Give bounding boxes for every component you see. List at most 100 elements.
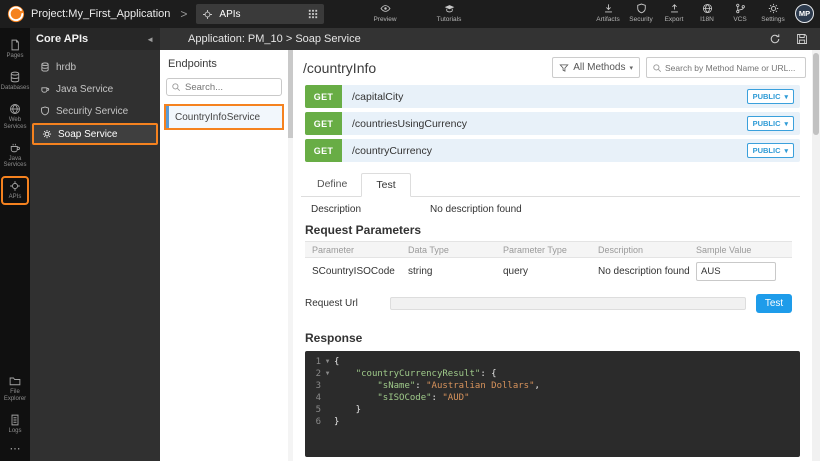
core-item-security-service[interactable]: Security Service [32,101,158,121]
pages-label: Pages [6,53,23,60]
sidebar-item-logs[interactable]: Logs [1,410,29,439]
preview-button[interactable]: Preview [372,3,398,23]
apis-icon [9,180,21,192]
cell-sample-value [696,262,792,281]
sidebar-item-file-explorer[interactable]: File Explorer [1,371,29,407]
chevron-down-icon: ▾ [784,147,788,155]
breadcrumb-bar: Application: PM_10 > Soap Service [160,28,820,50]
export-button[interactable]: Export [661,3,687,23]
endpoints-scrollbar-thumb[interactable] [288,50,293,138]
cell-description: No description found [598,266,696,277]
tutorials-label: Tutorials [437,16,462,23]
collapse-left-icon[interactable]: ◄ [146,35,154,44]
cell-parameter: SCountryISOCode [305,266,408,277]
tab-define[interactable]: Define [303,173,361,197]
refresh-icon[interactable] [769,33,781,45]
avatar[interactable]: MP [795,4,814,23]
core-item-soap-service[interactable]: Soap Service [32,123,158,145]
topbar-center-actions: Preview Tutorials [372,3,462,23]
access-level-label: PUBLIC [753,92,781,101]
save-icon[interactable] [796,33,808,45]
vcs-button[interactable]: VCS [727,3,753,23]
method-row[interactable]: GET /capitalCity PUBLIC ▾ [305,85,800,108]
test-button[interactable]: Test [756,294,792,313]
tutorials-cap-icon [444,3,455,14]
col-parameter-type: Parameter Type [503,245,598,255]
service-detail-panel: /countryInfo All Methods ▾ GET /capitalC… [293,50,812,461]
page-scrollbar-thumb[interactable] [813,53,819,135]
sidebar-item-web-services[interactable]: Web Services [1,99,29,135]
line-number: 3 [305,380,321,392]
description-value: No description found [430,204,522,215]
tab-test[interactable]: Test [361,173,410,197]
method-search-input[interactable] [665,63,800,73]
fold-toggle-icon [321,392,334,404]
method-row[interactable]: GET /countryCurrency PUBLIC ▾ [305,139,800,162]
method-path: /countriesUsingCurrency [352,118,467,130]
endpoints-title: Endpoints [168,58,282,70]
fold-toggle-icon[interactable]: ▼ [321,368,334,380]
tutorials-button[interactable]: Tutorials [436,3,462,23]
methods-filter-dropdown[interactable]: All Methods ▾ [552,57,640,78]
request-url-row: Request Url Test [305,294,792,313]
export-label: Export [665,16,684,23]
core-item-label: hrdb [56,62,76,73]
sidebar-item-databases[interactable]: Databases [1,67,29,96]
export-upload-icon [669,3,680,14]
fold-toggle-icon [321,380,334,392]
cell-parameter-type: query [503,266,598,277]
settings-gear-icon [768,3,779,14]
i18n-button[interactable]: I18N [694,3,720,23]
response-code-editor[interactable]: 1 ▼ { 2 ▼ "countryCurrencyResult": { 3 "… [305,351,800,457]
grid-icon[interactable] [308,9,318,19]
core-item-label: Java Service [56,84,113,95]
access-level-dropdown[interactable]: PUBLIC ▾ [747,89,794,104]
api-plug-icon [202,9,213,20]
search-icon [652,63,662,73]
core-item-label: Security Service [56,106,128,117]
wavemaker-logo-icon[interactable] [7,5,25,23]
sidebar-item-apis[interactable]: APIs [1,176,29,205]
response-title: Response [305,331,812,345]
settings-button[interactable]: Settings [760,3,786,23]
parameters-table-header: Parameter Data Type Parameter Type Descr… [305,241,792,258]
line-number: 4 [305,392,321,404]
logs-label: Logs [8,428,21,435]
artifacts-button[interactable]: Artifacts [595,3,621,23]
more-icon[interactable]: ⋯ [10,442,21,455]
core-item-java-service[interactable]: Java Service [32,79,158,99]
database-icon [40,62,50,72]
filter-funnel-icon [559,63,569,73]
endpoints-search-input[interactable] [185,82,277,93]
sidebar-item-java-services[interactable]: Java Services [1,138,29,174]
core-apis-panel: Core APIs ◄ hrdb Java Service Security S… [30,28,160,461]
shield-icon [40,106,50,116]
method-row[interactable]: GET /countriesUsingCurrency PUBLIC ▾ [305,112,800,135]
file-explorer-label: File Explorer [1,389,29,403]
sample-value-input[interactable] [696,262,776,281]
core-item-hrdb[interactable]: hrdb [32,57,158,77]
method-path: /countryCurrency [352,145,432,157]
chevron-right-icon: > [180,7,187,21]
endpoints-panel: Endpoints CountryInfoService [160,50,288,461]
chevron-down-icon: ▾ [629,64,633,72]
logs-icon [9,414,21,426]
vcs-label: VCS [733,16,746,23]
security-button[interactable]: Security [628,3,654,23]
sidebar-item-pages[interactable]: Pages [1,35,29,64]
fold-toggle-icon[interactable]: ▼ [321,356,334,368]
project-name[interactable]: Project:My_First_Application [31,8,170,20]
request-url-input[interactable] [390,297,746,310]
method-path: /capitalCity [352,91,403,103]
endpoints-search-box [166,78,282,96]
col-parameter: Parameter [305,245,408,255]
endpoint-item-countryinfoservice[interactable]: CountryInfoService [166,106,282,128]
access-level-dropdown[interactable]: PUBLIC ▾ [747,116,794,131]
core-apis-title: Core APIs [36,33,88,45]
col-data-type: Data Type [408,245,503,255]
databases-label: Databases [1,85,30,92]
parameters-table: Parameter Data Type Parameter Type Descr… [305,241,792,284]
workspace-tab-apis[interactable]: APIs [196,4,324,24]
access-level-dropdown[interactable]: PUBLIC ▾ [747,143,794,158]
security-shield-icon [636,3,647,14]
